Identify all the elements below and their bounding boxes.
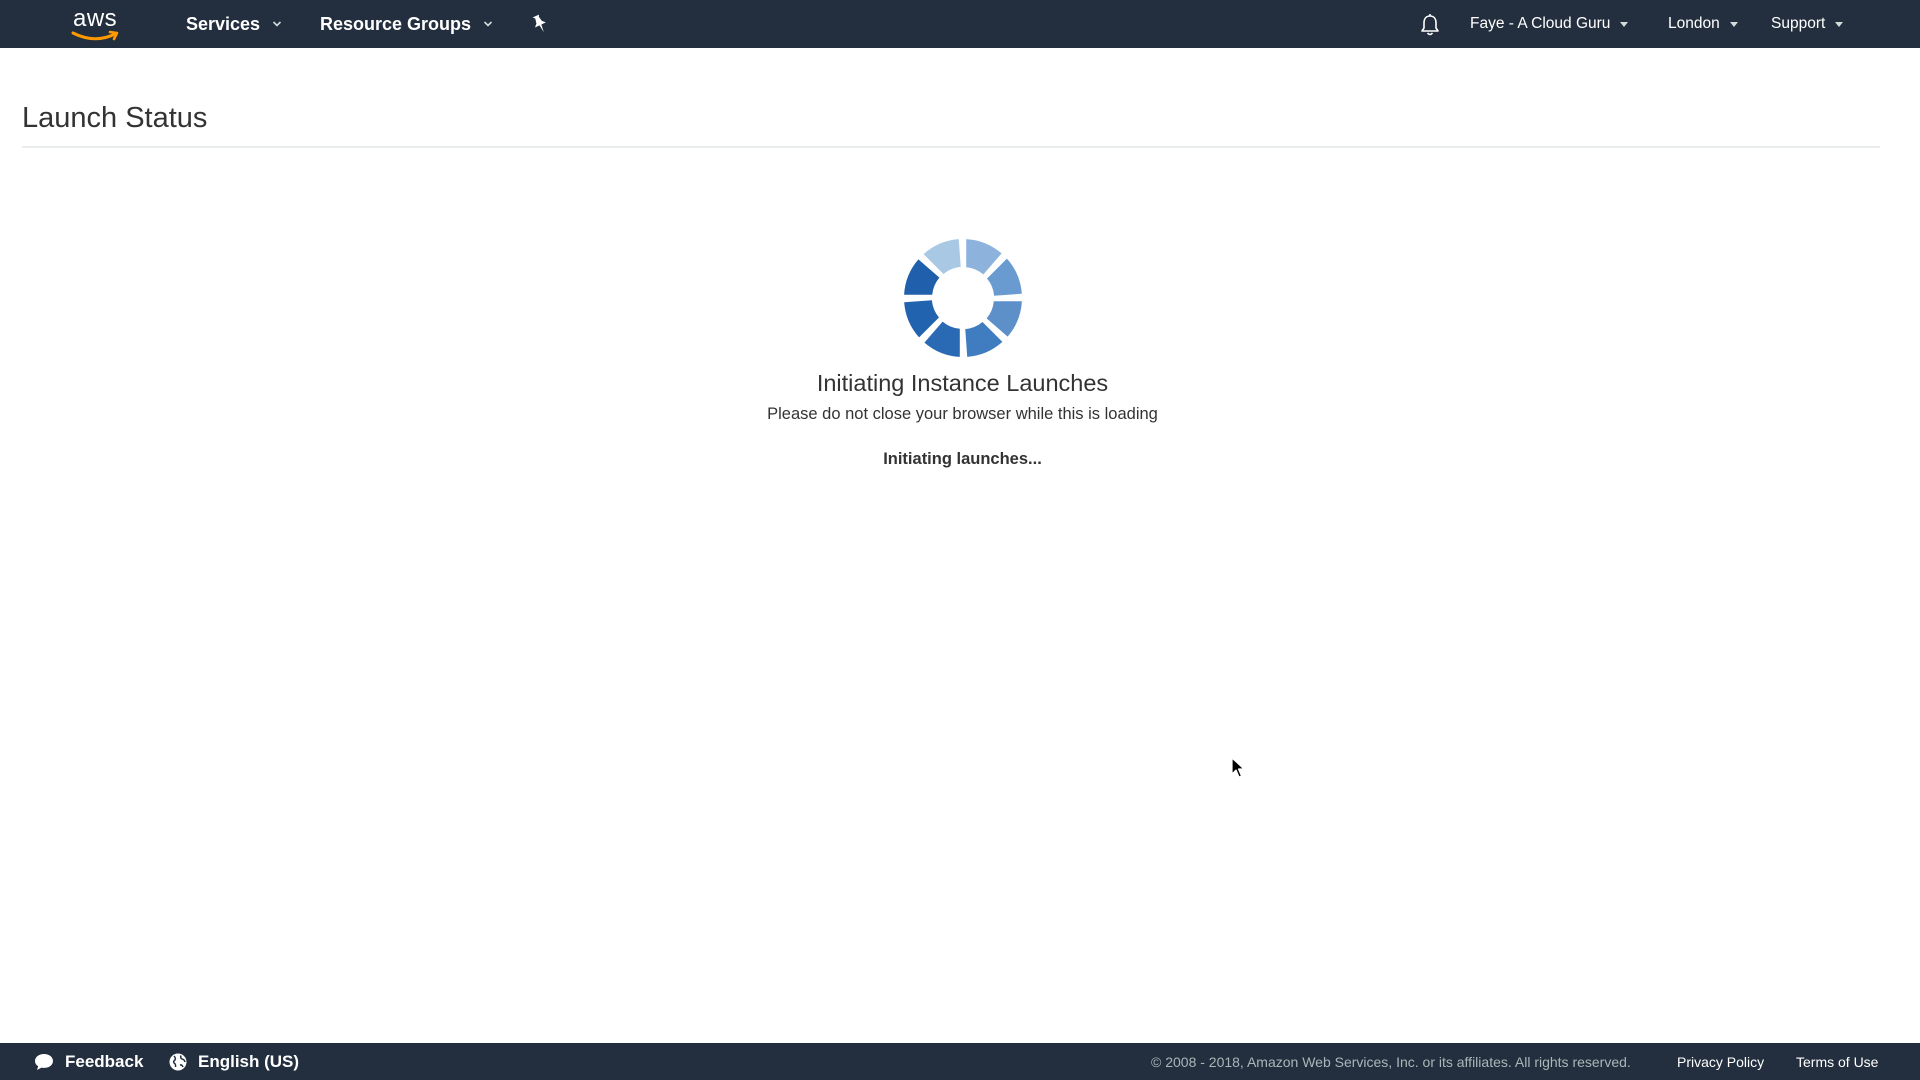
account-menu[interactable]: Faye - A Cloud Guru xyxy=(1470,0,1629,48)
loading-spinner-icon xyxy=(904,239,1022,357)
top-navigation-bar: aws Services Resource Groups Faye - A Cl… xyxy=(0,0,1920,48)
status-heading: Initiating Instance Launches xyxy=(816,370,1109,396)
footer-bar: Feedback English (US) © 2008 - 2018, Ama… xyxy=(0,1043,1920,1080)
services-menu[interactable]: Services xyxy=(186,0,282,48)
services-label: Services xyxy=(186,13,261,34)
language-selector[interactable]: English (US) xyxy=(168,1043,299,1080)
region-menu[interactable]: London xyxy=(1668,0,1738,48)
page-title: Launch Status xyxy=(22,102,208,134)
feedback-button[interactable]: Feedback xyxy=(33,1043,143,1080)
terms-of-use-link[interactable]: Terms of Use xyxy=(1796,1043,1878,1080)
speech-bubble-icon xyxy=(35,1053,53,1070)
aws-smile-icon xyxy=(71,30,119,41)
pin-icon[interactable] xyxy=(530,13,550,35)
language-label: English (US) xyxy=(198,1051,300,1071)
region-label: London xyxy=(1668,15,1720,32)
caret-down-icon xyxy=(1620,21,1629,27)
chevron-down-icon xyxy=(273,21,282,27)
mouse-pointer-icon xyxy=(1231,757,1245,778)
feedback-label: Feedback xyxy=(65,1051,144,1071)
globe-icon xyxy=(169,1053,187,1070)
status-subtext: Please do not close your browser while t… xyxy=(767,405,1158,423)
copyright-text: © 2008 - 2018, Amazon Web Services, Inc.… xyxy=(1151,1053,1631,1070)
support-label: Support xyxy=(1771,15,1826,32)
chevron-down-icon xyxy=(483,21,493,27)
resource-groups-menu[interactable]: Resource Groups xyxy=(320,0,493,48)
caret-down-icon xyxy=(1729,21,1738,27)
caret-down-icon xyxy=(1835,21,1844,27)
aws-logo[interactable]: aws xyxy=(70,5,124,41)
support-menu[interactable]: Support xyxy=(1771,0,1844,48)
account-label: Faye - A Cloud Guru xyxy=(1470,15,1611,32)
title-divider xyxy=(22,146,1880,148)
privacy-policy-link[interactable]: Privacy Policy xyxy=(1677,1043,1764,1080)
resource-groups-label: Resource Groups xyxy=(320,13,472,34)
bell-icon[interactable] xyxy=(1419,13,1441,37)
status-progress-text: Initiating launches... xyxy=(883,450,1042,468)
